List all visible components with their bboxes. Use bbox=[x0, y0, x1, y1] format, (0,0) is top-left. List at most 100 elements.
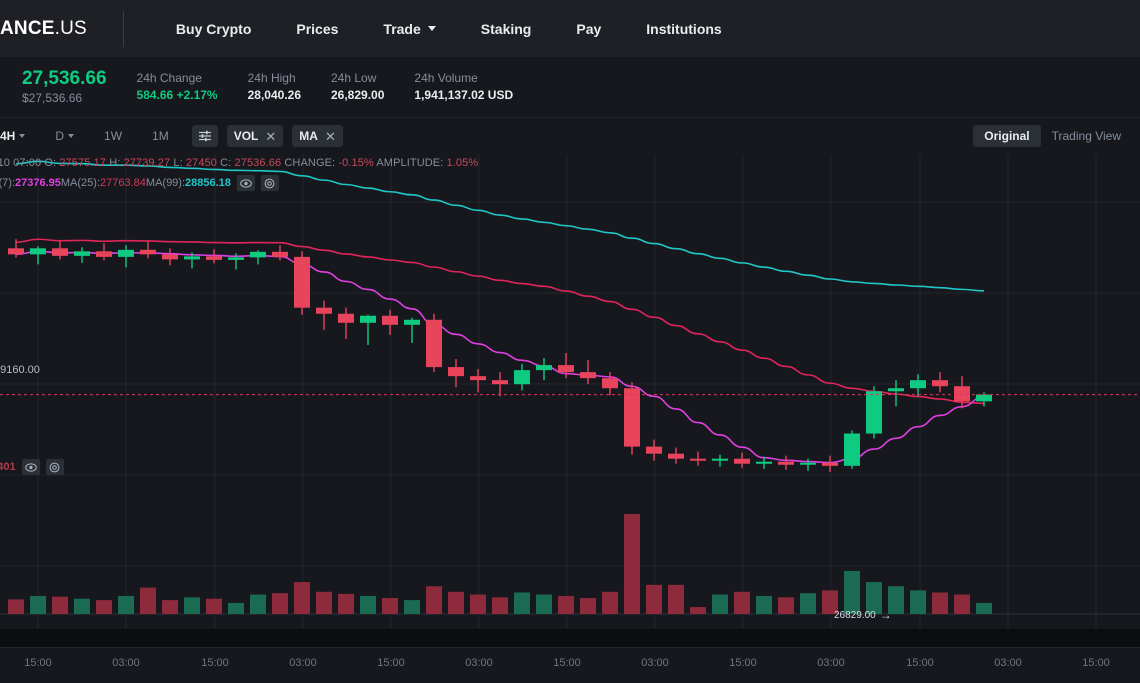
time-axis-tick: 03:00 bbox=[641, 657, 669, 669]
timeframe-label: D bbox=[55, 129, 65, 143]
time-axis-tick: 15:00 bbox=[377, 657, 405, 669]
main-nav: Buy Crypto Prices Trade Staking Pay Inst… bbox=[176, 21, 722, 37]
arrow-right-icon: → bbox=[879, 608, 892, 622]
time-axis-tick: 15:00 bbox=[1082, 657, 1110, 669]
chart-view-toggle: Original Trading View bbox=[973, 125, 1132, 147]
last-price: 27,536.66 bbox=[22, 67, 107, 89]
nav-item-buy-crypto[interactable]: Buy Crypto bbox=[176, 21, 251, 37]
legend-ma7-value: 27376.95 bbox=[15, 177, 61, 189]
time-axis-tick: 15:00 bbox=[729, 657, 757, 669]
stat-value: 584.66 +2.17% bbox=[136, 88, 218, 102]
time-axis-tick: 03:00 bbox=[289, 657, 317, 669]
chevron-down-icon bbox=[68, 134, 75, 138]
nav-label: Buy Crypto bbox=[175, 20, 252, 37]
timeframe-d[interactable]: D bbox=[46, 125, 83, 147]
nav-label: Staking bbox=[480, 20, 532, 37]
ma-legend: MA(7): 27376.95 MA(25): 27763.84 MA(99):… bbox=[0, 175, 279, 191]
timeframe-1w[interactable]: 1W bbox=[95, 125, 131, 147]
eye-icon[interactable] bbox=[236, 175, 255, 191]
legend-ma25-value: 27763.84 bbox=[100, 177, 146, 189]
indicator-chip-vol[interactable]: VOL ✕ bbox=[226, 125, 284, 147]
stat-label: 24h Low bbox=[331, 71, 377, 85]
eye-icon[interactable] bbox=[21, 459, 40, 475]
close-icon[interactable]: ✕ bbox=[325, 130, 336, 143]
page-footer-fill bbox=[0, 629, 1140, 647]
market-stats-bar: 27,536.66 $27,536.66 24h Change 584.66 +… bbox=[0, 57, 1140, 118]
timeframe-4h[interactable]: 4H bbox=[0, 125, 34, 147]
legend-open-value: 27575.17 bbox=[59, 157, 107, 169]
time-axis-tick: 15:00 bbox=[201, 657, 229, 669]
chevron-down-icon bbox=[19, 134, 26, 138]
view-original-button[interactable]: Original bbox=[973, 125, 1041, 147]
stat-24h-volume: 24h Volume 1,941,137.02 USD bbox=[414, 70, 513, 104]
legend-ma99-value: 28856.18 bbox=[185, 177, 231, 189]
timeframe-label: 1M bbox=[152, 129, 169, 143]
time-axis-tick: 15:00 bbox=[24, 657, 52, 669]
stat-label: 24h High bbox=[247, 71, 296, 85]
last-price-block: 27,536.66 $27,536.66 bbox=[22, 68, 107, 107]
timeframe-1m[interactable]: 1M bbox=[143, 125, 178, 147]
header-divider bbox=[122, 10, 124, 47]
stat-24h-change: 24h Change 584.66 +2.17% bbox=[137, 70, 218, 104]
gear-icon[interactable] bbox=[260, 175, 279, 191]
time-axis-tick: 15:00 bbox=[553, 657, 581, 669]
indicator-chip-ma[interactable]: MA ✕ bbox=[292, 125, 343, 147]
stat-24h-low: 24h Low 26,829.00 bbox=[331, 70, 384, 104]
time-axis: 15:00 03:00 15:00 03:00 15:00 03:00 15:00 03:00… bbox=[0, 647, 1140, 683]
stat-value: 26,829.00 bbox=[331, 88, 385, 102]
legend-ma7-key: MA(7): bbox=[0, 177, 15, 189]
time-axis-tick: 03:00 bbox=[994, 657, 1022, 669]
site-header: ANCE.US Buy Crypto Prices Trade Staking … bbox=[0, 0, 1140, 57]
brand-logo[interactable]: ANCE.US bbox=[0, 18, 87, 40]
nav-item-institutions[interactable]: Institutions bbox=[646, 21, 721, 37]
legend-change-value: -0.15% bbox=[338, 157, 374, 169]
nav-item-prices[interactable]: Prices bbox=[296, 21, 338, 37]
stat-label: 24h Volume bbox=[414, 71, 478, 85]
legend-change-key: CHANGE: bbox=[284, 157, 336, 169]
legend-ma25-key: MA(25): bbox=[60, 177, 101, 189]
legend-low-key: L: bbox=[173, 157, 183, 169]
gear-icon[interactable] bbox=[45, 459, 64, 475]
volume-value: 14.401 bbox=[0, 461, 16, 473]
indicator-label: VOL bbox=[233, 129, 259, 143]
time-axis-tick: 03:00 bbox=[817, 657, 845, 669]
legend-high-value: 27739.27 bbox=[123, 157, 171, 169]
brand-logo-suffix: .US bbox=[54, 17, 87, 39]
time-axis-tick: 03:00 bbox=[112, 657, 140, 669]
time-axis-tick: 03:00 bbox=[465, 657, 493, 669]
stat-value: 28,040.26 bbox=[247, 88, 301, 102]
legend-high-key: H: bbox=[109, 157, 121, 169]
stat-value: 1,941,137.02 USD bbox=[414, 88, 514, 102]
timeframe-label: 4H bbox=[0, 129, 16, 143]
chevron-down-icon bbox=[427, 26, 436, 31]
close-icon[interactable]: ✕ bbox=[265, 130, 276, 143]
legend-amplitude-value: 1.05% bbox=[446, 157, 479, 169]
view-trading-view-button[interactable]: Trading View bbox=[1041, 125, 1132, 147]
nav-label: Prices bbox=[296, 20, 339, 37]
legend-low-value: 27450 bbox=[185, 157, 218, 169]
time-axis-tick: 15:00 bbox=[906, 657, 934, 669]
nav-item-trade[interactable]: Trade bbox=[383, 21, 436, 37]
sliders-icon[interactable] bbox=[191, 125, 218, 147]
candlestick-chart bbox=[0, 154, 1140, 647]
timeframe-label: 1W bbox=[104, 129, 123, 143]
indicator-label: MA bbox=[299, 129, 318, 143]
chart-canvas[interactable]: 07/10 07:00 O: 27575.17 H: 27739.27 L: 2… bbox=[0, 154, 1140, 647]
legend-close-value: 27536.66 bbox=[234, 157, 282, 169]
legend-amplitude-key: AMPLITUDE: bbox=[376, 157, 444, 169]
legend-open-key: O: bbox=[44, 157, 57, 169]
low-price-marker-label: 26829.00 bbox=[834, 609, 876, 621]
legend-datetime: 07/10 07:00 bbox=[0, 157, 42, 169]
low-price-marker: 26829.00 → bbox=[834, 609, 892, 621]
nav-item-staking[interactable]: Staking bbox=[481, 21, 532, 37]
ohlc-legend: 07/10 07:00 O: 27575.17 H: 27739.27 L: 2… bbox=[0, 157, 478, 169]
stat-label: 24h Change bbox=[136, 71, 202, 85]
brand-logo-text: ANCE bbox=[0, 17, 55, 39]
legend-ma99-key: MA(99): bbox=[145, 177, 186, 189]
nav-label: Institutions bbox=[646, 20, 722, 37]
price-gridline-label: 29160.00 bbox=[0, 364, 42, 376]
volume-legend: 14.401 bbox=[0, 459, 64, 475]
nav-item-pay[interactable]: Pay bbox=[576, 21, 601, 37]
stat-24h-high: 24h High 28,040.26 bbox=[248, 70, 301, 104]
chart-toolbar: 4H D 1W 1M VOL ✕ MA ✕ Original Trading V… bbox=[0, 118, 1140, 154]
